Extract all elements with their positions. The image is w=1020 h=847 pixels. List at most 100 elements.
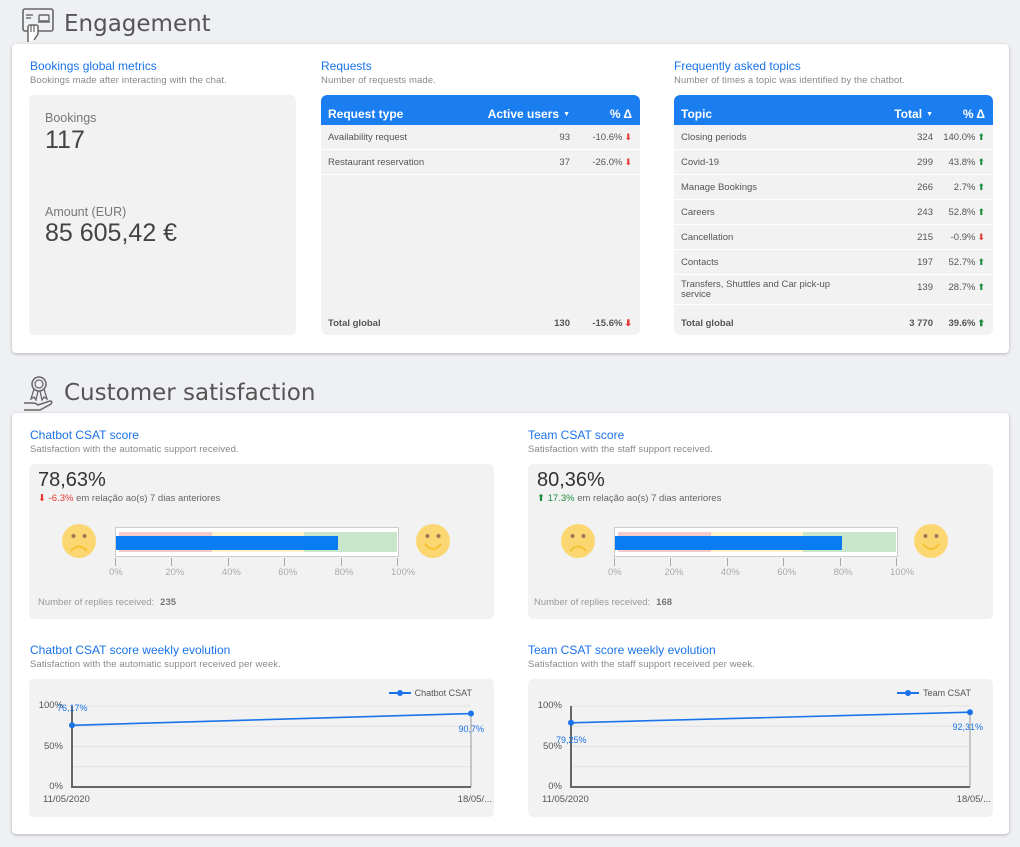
row-label: Transfers, Shuttles and Car pick-up serv… [681, 278, 831, 300]
total-delta: 39.6% ⬆ [933, 318, 993, 329]
table-row[interactable]: Covid-19 299 43.8% ⬆ [674, 150, 993, 175]
axis-label: 20% [664, 567, 684, 578]
total-label: Total global [681, 317, 734, 329]
column-delta[interactable]: % Δ [933, 107, 993, 121]
chatbot-weekly-title: Chatbot CSAT score weekly evolution [30, 643, 231, 657]
row-delta: -26.0% ⬇ [570, 157, 640, 168]
table-row[interactable]: Cancellation 215 -0.9% ⬇ [674, 225, 993, 250]
chatbot-csat-subtitle: Satisfaction with the automatic support … [30, 444, 239, 455]
row-delta-value: 52.7% [948, 256, 976, 268]
bullet-frame [614, 527, 898, 557]
axis-tick [670, 558, 672, 566]
table-row[interactable]: Transfers, Shuttles and Car pick-up serv… [674, 275, 993, 305]
happy-face-icon [914, 524, 948, 558]
row-label: Restaurant reservation [328, 156, 425, 168]
arrow-up-icon: ⬆ [977, 256, 985, 267]
row-delta: -10.6% ⬇ [570, 132, 640, 143]
requests-widget-subtitle: Number of requests made. [321, 75, 436, 86]
axis-tick [171, 558, 173, 566]
table-row[interactable]: Closing periods 324 140.0% ⬆ [674, 125, 993, 150]
row-value: 139 [917, 282, 933, 293]
team-weekly-subtitle: Satisfaction with the staff support rece… [528, 659, 756, 670]
column-request-type[interactable]: Request type [321, 107, 470, 121]
axis-tick [340, 558, 342, 566]
row-label: Closing periods [681, 131, 747, 143]
axis-tick [227, 558, 229, 566]
row-value: 324 [917, 131, 933, 143]
replies-label: Number of replies received: [38, 597, 155, 608]
engagement-section-header: Engagement [20, 6, 211, 42]
requests-table: Request type Active users ▼ % Δ Availabil… [321, 95, 640, 335]
axis-label: 0% [608, 567, 622, 578]
topics-table-header: Topic Total ▼ % Δ [674, 95, 993, 125]
bookings-value: 117 [45, 126, 85, 154]
y-tick-label: 0% [49, 781, 63, 792]
row-value: 266 [917, 181, 933, 193]
table-row[interactable]: Contacts 197 52.7% ⬆ [674, 250, 993, 275]
satisfaction-section-header: Customer satisfaction [20, 375, 315, 411]
arrow-up-icon: ⬆ [977, 131, 985, 142]
axis-label: 20% [165, 567, 185, 578]
axis-label: 80% [334, 567, 354, 578]
data-point[interactable] [69, 722, 75, 729]
arrow-up-icon: ⬆ [977, 181, 985, 192]
bookings-widget-title: Bookings global metrics [30, 59, 157, 73]
arrow-up-icon: ⬆ [977, 282, 985, 292]
x-tick-label: 18/05/... [956, 794, 991, 805]
axis-label: 60% [777, 567, 797, 578]
column-total[interactable]: Total ▼ [833, 107, 933, 121]
table-row[interactable]: Manage Bookings 266 2.7% ⬆ [674, 175, 993, 200]
data-point[interactable] [568, 719, 574, 726]
column-active-users[interactable]: Active users ▼ [470, 107, 570, 121]
row-value: 215 [917, 231, 933, 243]
axis-label: 100% [890, 567, 915, 578]
data-point[interactable] [468, 710, 474, 717]
data-point[interactable] [967, 709, 973, 716]
topics-total-row: Total global 3 770 39.6% ⬆ [674, 311, 993, 335]
arrow-down-icon: ⬇ [624, 156, 632, 167]
replies-label: Number of replies received: [534, 597, 651, 608]
csat-bar [116, 536, 338, 550]
table-row[interactable]: Availability request 93 -10.6% ⬇ [321, 125, 640, 150]
row-delta: 2.7% ⬆ [933, 182, 993, 193]
row-delta: 52.7% ⬆ [933, 257, 993, 268]
column-delta[interactable]: % Δ [570, 107, 640, 121]
arrow-down-icon: ⬇ [624, 317, 632, 328]
arrow-down-icon: ⬇ [624, 131, 632, 142]
row-delta: 43.8% ⬆ [933, 157, 993, 168]
chatbot-weekly-chart: Chatbot CSAT 0% 50% 100% 11/05/2020 18/05/...… [29, 679, 494, 817]
replies-count: Number of replies received: 235 [38, 597, 176, 608]
axis-tick [614, 558, 615, 566]
axis-tick [284, 558, 286, 566]
axis-label: 60% [278, 567, 298, 578]
arrow-up-icon: ⬆ [977, 317, 985, 328]
team-csat-panel: 80,36% ⬆ 17.3% em relação ao(s) 7 dias a… [528, 464, 993, 619]
row-delta: 140.0% ⬆ [933, 132, 993, 143]
row-label: Careers [681, 206, 715, 218]
row-delta: 28.7% ⬆ [933, 275, 993, 293]
csat-delta-value: -6.3% [48, 493, 74, 504]
total-value: 130 [554, 317, 570, 329]
csat-delta: ⬇ -6.3% em relação ao(s) 7 dias anterior… [38, 493, 220, 504]
axis-tick [115, 558, 116, 566]
chatbot-weekly-subtitle: Satisfaction with the automatic support … [30, 659, 281, 670]
table-row[interactable]: Restaurant reservation 37 -26.0% ⬇ [321, 150, 640, 175]
sort-desc-icon: ▼ [926, 111, 933, 118]
requests-widget-title: Requests [321, 59, 372, 73]
csat-value: 78,63% [38, 469, 106, 491]
replies-value: 235 [160, 597, 177, 608]
row-label: Cancellation [681, 231, 734, 243]
axis-tick [397, 558, 398, 566]
axis-label: 80% [833, 567, 853, 578]
bookings-panel: Bookings 117 Amount (EUR) 85 605,42 € [29, 95, 296, 335]
arrow-up-icon: ⬆ [977, 156, 985, 167]
row-delta-value: -26.0% [592, 156, 623, 168]
section-title: Customer satisfaction [64, 380, 316, 406]
table-row[interactable]: Careers 243 52.8% ⬆ [674, 200, 993, 225]
column-topic[interactable]: Topic [674, 107, 833, 121]
happy-face-icon [416, 524, 450, 558]
axis-label: 40% [221, 567, 241, 578]
requests-total-row: Total global 130 -15.6% ⬇ [321, 311, 640, 335]
row-value: 299 [917, 156, 933, 168]
series-line [570, 711, 971, 724]
